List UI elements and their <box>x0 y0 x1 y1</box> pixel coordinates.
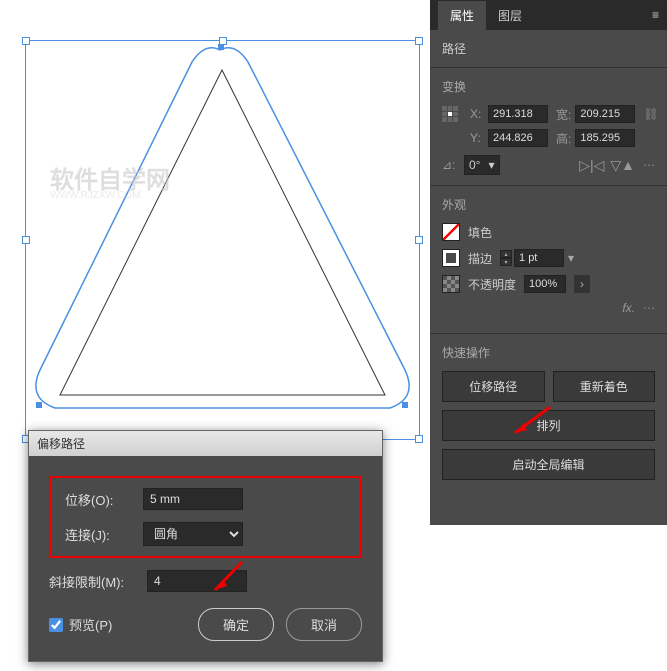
properties-panel: 属性 图层 ≡ 路径 变换 X: 宽: ⛓ Y: <box>430 0 667 525</box>
selection-bounding-box <box>25 40 420 440</box>
dialog-title-bar[interactable]: 偏移路径 <box>29 431 382 456</box>
path-type-label: 路径 <box>442 42 466 56</box>
stroke-swatch[interactable] <box>442 249 460 267</box>
arrange-button[interactable]: 排列 <box>442 410 655 441</box>
height-input[interactable] <box>575 129 635 147</box>
x-label: X: <box>470 107 484 121</box>
fx-icon[interactable]: fx. <box>622 301 635 315</box>
y-label: Y: <box>470 131 484 145</box>
miter-input[interactable] <box>147 570 247 592</box>
angle-label: ⊿: <box>442 158 456 172</box>
resize-handle[interactable] <box>415 37 423 45</box>
opacity-label: 不透明度 <box>468 276 516 293</box>
quick-actions-section: 快速操作 位移路径 重新着色 排列 启动全局编辑 <box>430 334 667 498</box>
resize-handle[interactable] <box>22 236 30 244</box>
global-edit-button[interactable]: 启动全局编辑 <box>442 449 655 480</box>
recolor-button[interactable]: 重新着色 <box>553 371 656 402</box>
join-label: 连接(J): <box>65 525 135 544</box>
appearance-section: 外观 填色 描边 ▴ ▾ ▾ 不透明度 › fx. ⋯ <box>430 186 667 334</box>
tab-properties[interactable]: 属性 <box>438 1 486 30</box>
angle-input[interactable]: 0° ▾ <box>464 155 500 175</box>
width-label: 宽: <box>556 106 571 123</box>
join-select[interactable]: 圆角 <box>143 522 243 546</box>
offset-input[interactable] <box>143 488 243 510</box>
appearance-more-icon[interactable]: ⋯ <box>643 301 655 315</box>
x-input[interactable] <box>488 105 548 123</box>
canvas-area[interactable]: 软件自学网 WWW.RJZXW.COM <box>0 0 440 450</box>
stroke-down[interactable]: ▾ <box>500 258 512 266</box>
watermark-url: WWW.RJZXW.COM <box>50 190 141 201</box>
preview-checkbox-label[interactable]: 预览(P) <box>49 615 112 634</box>
flip-vertical-icon[interactable]: ▽▲ <box>610 157 635 174</box>
opacity-swatch[interactable] <box>442 275 460 293</box>
fill-label: 填色 <box>468 224 492 241</box>
resize-handle[interactable] <box>219 37 227 45</box>
offset-path-button[interactable]: 位移路径 <box>442 371 545 402</box>
resize-handle[interactable] <box>22 37 30 45</box>
link-wh-icon[interactable]: ⛓ <box>643 107 663 121</box>
path-type-section: 路径 <box>430 30 667 68</box>
quick-actions-title: 快速操作 <box>442 344 655 361</box>
preview-label: 预览(P) <box>69 615 112 634</box>
transform-section: 变换 X: 宽: ⛓ Y: 高: <box>430 68 667 186</box>
stroke-dropdown-icon[interactable]: ▾ <box>568 251 574 265</box>
panel-menu-icon[interactable]: ≡ <box>652 8 659 22</box>
stroke-label: 描边 <box>468 250 492 267</box>
ok-button[interactable]: 确定 <box>198 608 274 641</box>
stroke-up[interactable]: ▴ <box>500 250 512 258</box>
reference-point-selector[interactable] <box>442 106 458 122</box>
y-input[interactable] <box>488 129 548 147</box>
stroke-weight-input[interactable] <box>514 249 564 267</box>
resize-handle[interactable] <box>415 435 423 443</box>
dialog-title: 偏移路径 <box>37 437 85 451</box>
highlight-annotation: 位移(O): 连接(J): 圆角 <box>49 476 362 558</box>
tab-layers[interactable]: 图层 <box>486 1 534 30</box>
height-label: 高: <box>556 130 571 147</box>
fill-swatch[interactable] <box>442 223 460 241</box>
transform-title: 变换 <box>442 78 655 95</box>
preview-checkbox[interactable] <box>49 618 63 632</box>
opacity-expand-icon[interactable]: › <box>574 275 590 293</box>
resize-handle[interactable] <box>415 236 423 244</box>
offset-path-dialog: 偏移路径 位移(O): 连接(J): 圆角 斜接限制(M): 预览(P) <box>28 430 383 662</box>
opacity-input[interactable] <box>524 275 566 293</box>
miter-label: 斜接限制(M): <box>49 572 139 591</box>
width-input[interactable] <box>575 105 635 123</box>
more-options-icon[interactable]: ⋯ <box>643 158 655 172</box>
cancel-button[interactable]: 取消 <box>286 608 362 641</box>
flip-horizontal-icon[interactable]: ▷|◁ <box>579 157 604 174</box>
appearance-title: 外观 <box>442 196 655 213</box>
panel-tabs: 属性 图层 ≡ <box>430 0 667 30</box>
offset-label: 位移(O): <box>65 490 135 509</box>
